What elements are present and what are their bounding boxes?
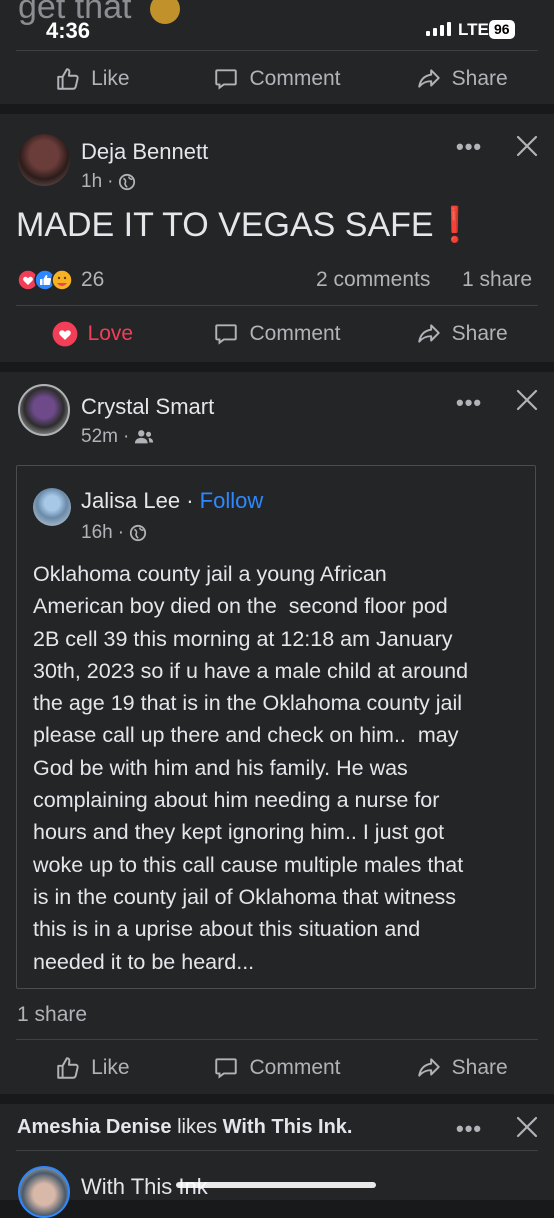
friends-icon [135,430,154,444]
shared-author[interactable]: Jalisa Lee [81,488,180,513]
close-icon[interactable] [515,1115,539,1139]
globe-icon [119,173,136,191]
comment-icon [215,69,238,90]
battery-icon: 96 [489,20,515,39]
love-button[interactable]: Love [0,306,185,362]
reactions-bar[interactable]: 26 [17,268,104,292]
more-options-icon[interactable]: ••• [456,134,482,160]
shared-post-text: Oklahoma county jail a young African Ame… [33,562,469,974]
comment-label: Comment [249,322,341,345]
comment-button[interactable]: Comment [185,306,370,362]
network-type: LTE [458,20,489,39]
post-author[interactable]: Deja Bennett [81,139,208,165]
post-meta: 1h · [81,171,136,193]
share-button[interactable]: Share [369,1040,554,1096]
post-meta: 52m · [81,426,154,448]
comment-button[interactable]: Comment [185,1040,370,1096]
like-button[interactable]: Like [0,1040,185,1096]
share-label: Share [451,1056,508,1079]
post-time[interactable]: 52m [81,426,118,448]
thumbs-up-icon [57,1057,79,1079]
previous-post-card: get that 4:36 LTE 96 Like Comment Share [0,0,554,104]
close-icon[interactable] [515,134,539,158]
care-reaction-icon [51,269,73,291]
comment-button[interactable]: Comment [185,51,370,107]
comment-icon [215,1058,238,1079]
love-label: Love [87,322,134,345]
post-actions: Love Comment Share [0,306,554,362]
status-bar: 4:36 LTE 96 [0,0,554,48]
share-icon [417,69,440,88]
more-options-icon[interactable]: ••• [456,390,482,416]
avatar[interactable] [18,134,70,186]
activity-verb: likes [177,1116,218,1138]
post-text: MADE IT TO VEGAS SAFE❗ [16,206,476,244]
signal-icon [426,22,451,36]
shared-author-line: Jalisa Lee · Follow [81,488,264,513]
shares-count[interactable]: 1 share [17,1003,87,1027]
post-time[interactable]: 1h [81,171,102,193]
comment-label: Comment [249,1056,341,1079]
share-label: Share [451,322,508,345]
like-label: Like [91,1056,130,1079]
close-icon[interactable] [515,388,539,412]
home-indicator [176,1182,376,1188]
share-icon [417,324,440,343]
activity-header: Ameshia Denise likes With This Ink. [17,1116,352,1139]
thumbs-up-icon [57,68,79,90]
shared-meta: 16h · [81,522,147,544]
previous-post-actions: Like Comment Share [0,51,554,107]
exclamation-emoji-icon: ❗ [433,206,476,244]
activity-page[interactable]: With This Ink. [223,1116,353,1138]
avatar[interactable] [18,384,70,436]
comment-label: Comment [249,67,341,90]
more-options-icon[interactable]: ••• [456,1116,482,1142]
avatar[interactable] [18,1166,70,1218]
like-button[interactable]: Like [0,51,185,107]
follow-button[interactable]: Follow [200,488,264,513]
share-label: Share [451,67,508,90]
comments-count[interactable]: 2 comments [316,268,430,292]
shared-time[interactable]: 16h [81,522,113,544]
comment-icon [215,324,238,345]
love-icon [52,321,77,347]
post-author[interactable]: Crystal Smart [81,394,214,420]
shares-count[interactable]: 1 share [462,268,532,292]
divider [16,1150,538,1151]
share-button[interactable]: Share [369,306,554,362]
share-button[interactable]: Share [369,51,554,107]
activity-user[interactable]: Ameshia Denise [17,1116,172,1138]
globe-icon [129,524,147,542]
post-actions: Like Comment Share [0,1040,554,1096]
shared-avatar[interactable] [33,488,71,526]
shared-post[interactable]: Jalisa Lee · Follow 16h · Oklahoma count… [16,465,536,989]
reaction-count: 26 [81,268,105,291]
share-icon [417,1058,440,1077]
status-time: 4:36 [46,18,91,43]
like-label: Like [91,67,130,90]
